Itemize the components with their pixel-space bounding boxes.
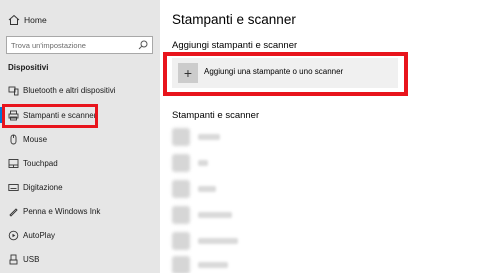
sidebar-item-label: Touchpad xyxy=(23,159,58,168)
blurred-printer-name xyxy=(198,186,216,192)
search-icon xyxy=(138,40,148,50)
highlight-box-printers xyxy=(2,104,98,128)
sidebar-item-label: USB xyxy=(23,255,40,264)
printer-list-item[interactable] xyxy=(172,232,292,250)
home-label: Home xyxy=(24,15,47,25)
printer-icon xyxy=(172,232,190,250)
list-section-title: Stampanti e scanner xyxy=(172,110,260,121)
highlight-box-add-printer xyxy=(163,52,408,96)
section-title-devices: Dispositivi xyxy=(8,63,49,72)
blurred-printer-name xyxy=(198,160,208,166)
sidebar-item-label: Bluetooth e altri dispositivi xyxy=(23,86,116,95)
main-content: Stampanti e scanner Aggiungi stampanti e… xyxy=(160,0,500,273)
sidebar-item-label: Penna e Windows Ink xyxy=(23,207,101,216)
bluetooth-icon xyxy=(8,86,19,96)
sidebar-item-touchpad[interactable]: Touchpad xyxy=(0,153,160,175)
touchpad-icon xyxy=(8,159,19,168)
keyboard-icon xyxy=(8,184,19,191)
blurred-printer-name xyxy=(198,134,220,140)
blurred-printer-name xyxy=(198,262,228,268)
printer-icon xyxy=(172,128,190,146)
blurred-printer-name xyxy=(198,212,232,218)
printer-list-item[interactable] xyxy=(172,256,292,273)
printer-icon xyxy=(172,256,190,273)
printer-icon xyxy=(172,154,190,172)
printer-list-item[interactable] xyxy=(172,180,292,198)
add-section-title: Aggiungi stampanti e scanner xyxy=(172,40,298,51)
sidebar-item-autoplay[interactable]: AutoPlay xyxy=(0,225,160,247)
sidebar-item-usb[interactable]: USB xyxy=(0,249,160,271)
printer-list-item[interactable] xyxy=(172,206,292,224)
printer-list-item[interactable] xyxy=(172,154,292,172)
autoplay-icon xyxy=(8,230,19,241)
sidebar-item-pen[interactable]: Penna e Windows Ink xyxy=(0,201,160,223)
usb-icon xyxy=(9,254,18,265)
search-input[interactable]: Trova un'impostazione xyxy=(6,36,153,54)
printer-list-item[interactable] xyxy=(172,128,292,146)
sidebar-item-label: Mouse xyxy=(23,135,48,144)
sidebar-item-label: Digitazione xyxy=(23,183,63,192)
sidebar: Home Trova un'impostazione Dispositivi B… xyxy=(0,0,160,273)
sidebar-item-mouse[interactable]: Mouse xyxy=(0,129,160,151)
home-icon xyxy=(8,14,20,25)
pen-icon xyxy=(9,208,18,217)
sidebar-item-bluetooth[interactable]: Bluetooth e altri dispositivi xyxy=(0,80,160,102)
printer-icon xyxy=(172,206,190,224)
blurred-printer-name xyxy=(198,238,238,244)
mouse-icon xyxy=(10,134,17,145)
page-title: Stampanti e scanner xyxy=(172,12,296,27)
home-nav-item[interactable]: Home xyxy=(0,10,160,32)
sidebar-item-label: AutoPlay xyxy=(23,231,56,240)
search-placeholder: Trova un'impostazione xyxy=(11,41,86,50)
printer-icon xyxy=(172,180,190,198)
sidebar-item-typing[interactable]: Digitazione xyxy=(0,177,160,199)
